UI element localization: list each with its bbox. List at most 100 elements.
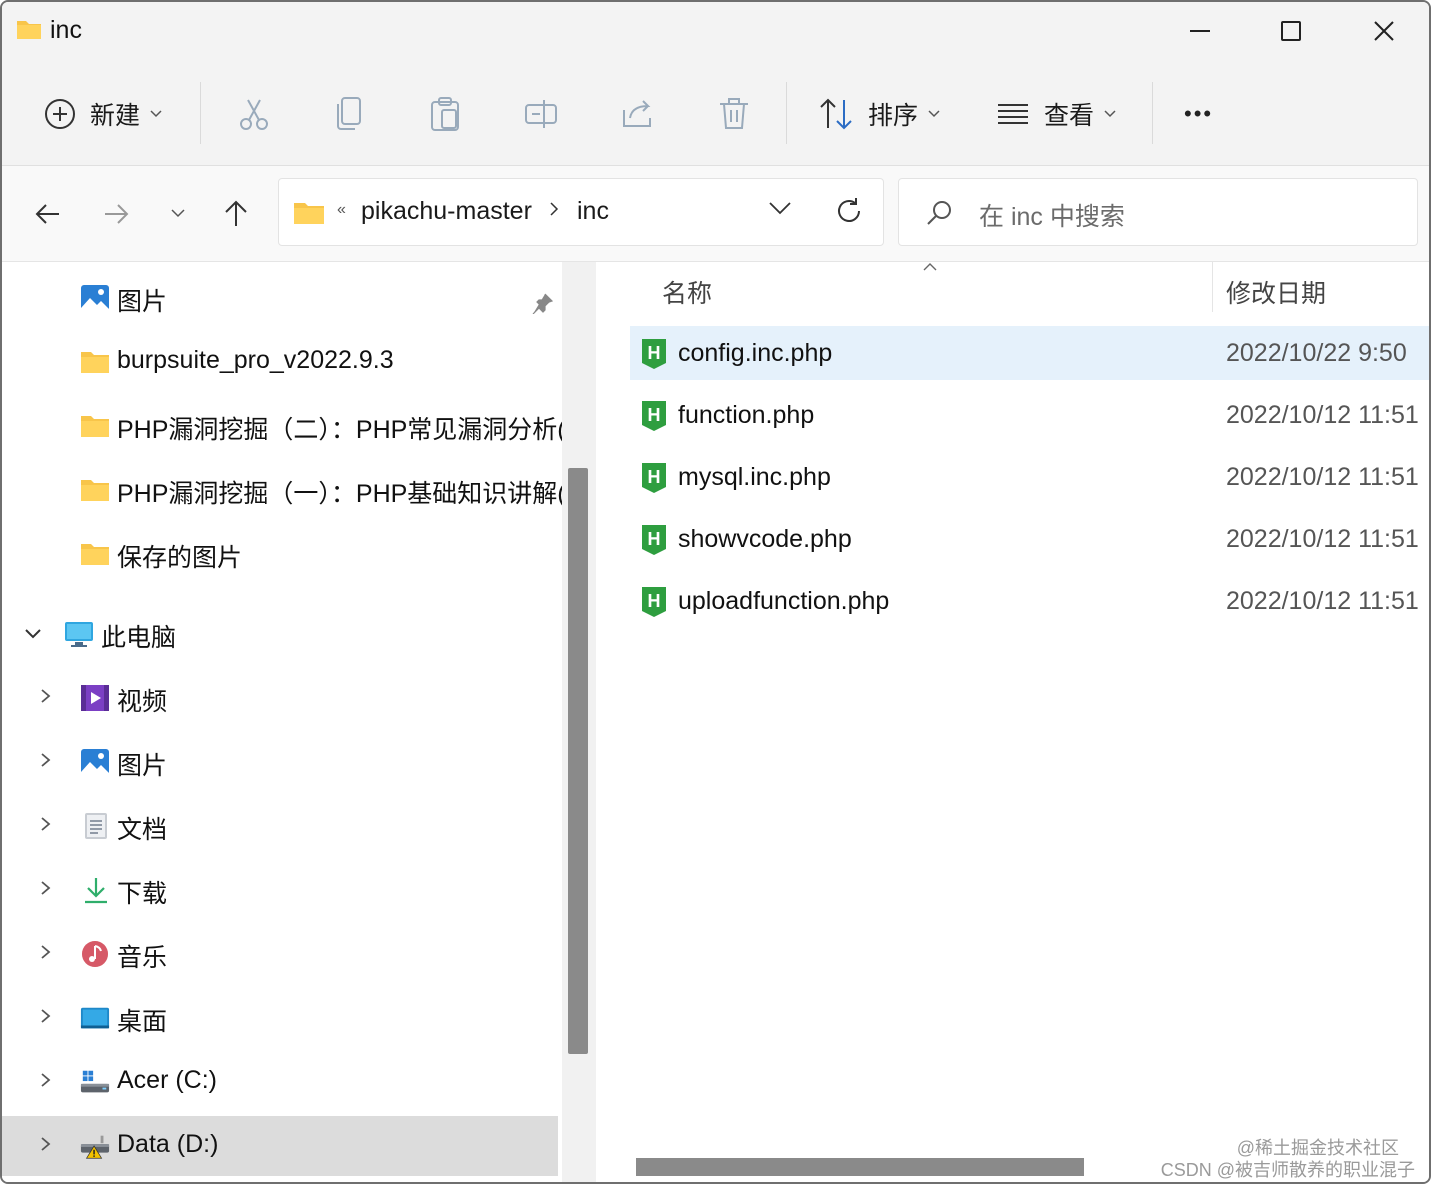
up-button[interactable] <box>216 194 256 234</box>
file-row[interactable]: H function.php 2022/10/12 11:51 <box>630 388 1429 442</box>
cut-button[interactable] <box>236 90 272 138</box>
sidebar-item-label: 图片 <box>117 288 168 316</box>
svg-text:H: H <box>648 405 661 425</box>
sidebar-item-desktop[interactable]: 桌面 <box>2 988 558 1048</box>
sidebar-item-pictures-quick[interactable]: 图片 <box>2 268 558 328</box>
file-date: 2022/10/12 11:51 <box>1226 401 1419 429</box>
file-name: function.php <box>678 401 815 429</box>
chevron-right-icon[interactable] <box>40 1008 52 1024</box>
search-box[interactable]: 在 inc 中搜索 <box>898 178 1418 246</box>
sidebar-item-label: 保存的图片 <box>117 544 243 572</box>
breadcrumb-inc[interactable]: inc <box>577 197 609 226</box>
chevron-down-icon[interactable] <box>769 201 791 215</box>
svg-text:H: H <box>648 467 661 487</box>
column-divider[interactable] <box>1212 262 1213 312</box>
sidebar-item-videos[interactable]: 视频 <box>2 668 558 728</box>
sidebar-item-label: 此电脑 <box>101 624 177 652</box>
search-icon <box>927 201 951 225</box>
trash-icon <box>720 98 748 129</box>
php-file-icon: H <box>642 401 666 431</box>
chevron-right-icon[interactable] <box>40 688 52 704</box>
paste-button[interactable] <box>428 90 464 138</box>
arrow-left-icon <box>35 204 59 224</box>
chevron-down-icon <box>171 209 185 218</box>
chevron-right-icon[interactable] <box>40 752 52 768</box>
pin-icon <box>532 293 554 314</box>
forward-button[interactable] <box>96 194 136 234</box>
recent-locations-button[interactable] <box>158 194 198 234</box>
copy-button[interactable] <box>332 90 368 138</box>
chevron-right-icon[interactable] <box>40 816 52 832</box>
file-explorer-window: inc 新建 排序 查看 ••• « pikachu-master inc 在 … <box>0 0 1431 1184</box>
sidebar-item-music[interactable]: 音乐 <box>2 924 558 984</box>
file-row[interactable]: H showvcode.php 2022/10/12 11:51 <box>630 512 1429 566</box>
file-row[interactable]: H config.inc.php 2022/10/22 9:50 <box>630 326 1429 380</box>
share-icon <box>623 100 651 127</box>
cut-icon <box>240 99 268 130</box>
window-title: inc <box>50 16 82 44</box>
view-button[interactable]: 查看 <box>996 90 1116 138</box>
separator <box>200 82 201 144</box>
arrow-right-icon <box>105 204 129 224</box>
sidebar-item-label: 视频 <box>117 688 168 716</box>
sidebar-item-this-pc[interactable]: 此电脑 <box>2 604 558 664</box>
download-icon <box>85 878 107 904</box>
address-overflow[interactable]: « <box>337 201 346 219</box>
chevron-right-icon[interactable] <box>40 944 52 960</box>
php-file-icon: H <box>642 525 666 555</box>
file-row[interactable]: H uploadfunction.php 2022/10/12 11:51 <box>630 574 1429 628</box>
breadcrumb-pikachu-master[interactable]: pikachu-master <box>361 197 532 226</box>
paste-icon <box>431 97 459 131</box>
watermark-line-2: CSDN @被吉师散养的职业混子 <box>1160 1160 1415 1180</box>
column-header-name[interactable]: 名称 <box>662 274 712 310</box>
more-label: ••• <box>1184 101 1214 126</box>
pictures-icon <box>81 285 109 311</box>
maximize-button[interactable] <box>1261 10 1321 52</box>
file-date: 2022/10/12 11:51 <box>1226 525 1419 553</box>
sidebar-item-php-vuln-2[interactable]: PHP漏洞挖掘（二）：PHP常见漏洞分析( <box>2 396 562 456</box>
rename-button[interactable] <box>524 90 560 138</box>
sidebar-item-php-vuln-1[interactable]: PHP漏洞挖掘（一）：PHP基础知识讲解( <box>2 460 562 520</box>
new-button[interactable]: 新建 <box>44 90 162 138</box>
folder-icon <box>81 416 109 437</box>
chevron-right-icon[interactable] <box>40 1136 52 1152</box>
sidebar-item-drive-c[interactable]: Acer (C:) <box>2 1052 558 1112</box>
address-bar[interactable]: « pikachu-master inc <box>278 178 884 246</box>
folder-icon <box>17 21 41 39</box>
sidebar-item-label: PHP漏洞挖掘（二）：PHP常见漏洞分析( <box>117 416 562 444</box>
php-file-icon: H <box>642 587 666 617</box>
close-button[interactable] <box>1354 10 1414 52</box>
file-name: config.inc.php <box>678 339 833 367</box>
file-date: 2022/10/12 11:51 <box>1226 587 1419 615</box>
sidebar-item-documents[interactable]: 文档 <box>2 796 558 856</box>
more-options-button[interactable]: ••• <box>1184 90 1213 138</box>
file-row[interactable]: H mysql.inc.php 2022/10/12 11:51 <box>630 450 1429 504</box>
folder-icon <box>294 203 324 224</box>
chevron-down-icon[interactable] <box>24 628 42 640</box>
documents-icon <box>85 813 107 839</box>
file-name: uploadfunction.php <box>678 587 890 615</box>
sort-button[interactable]: 排序 <box>818 90 940 138</box>
sidebar-item-pictures[interactable]: 图片 <box>2 732 558 792</box>
sidebar-item-drive-d[interactable]: Data (D:) <box>2 1116 558 1176</box>
sidebar-item-downloads[interactable]: 下载 <box>2 860 558 920</box>
view-label: 查看 <box>1044 102 1095 130</box>
back-button[interactable] <box>28 194 68 234</box>
horizontal-scrollbar-thumb[interactable] <box>636 1158 1084 1176</box>
file-name: mysql.inc.php <box>678 463 831 491</box>
share-button[interactable] <box>620 90 656 138</box>
chevron-right-icon[interactable] <box>40 880 52 896</box>
refresh-icon[interactable] <box>835 197 863 225</box>
chevron-right-icon[interactable] <box>549 201 559 217</box>
sidebar-item-label: PHP漏洞挖掘（一）：PHP基础知识讲解( <box>117 480 562 508</box>
sidebar-item-saved-pictures[interactable]: 保存的图片 <box>2 524 558 584</box>
file-name: showvcode.php <box>678 525 852 553</box>
sidebar-scrollbar-thumb[interactable] <box>568 468 588 1054</box>
sidebar-item-burpsuite[interactable]: burpsuite_pro_v2022.9.3 <box>2 332 558 392</box>
chevron-right-icon[interactable] <box>40 1072 52 1088</box>
delete-button[interactable] <box>716 90 752 138</box>
column-header-date[interactable]: 修改日期 <box>1226 274 1326 310</box>
search-input[interactable]: 在 inc 中搜索 <box>979 197 1125 233</box>
chevron-down-icon <box>928 110 940 118</box>
minimize-button[interactable] <box>1170 10 1230 52</box>
